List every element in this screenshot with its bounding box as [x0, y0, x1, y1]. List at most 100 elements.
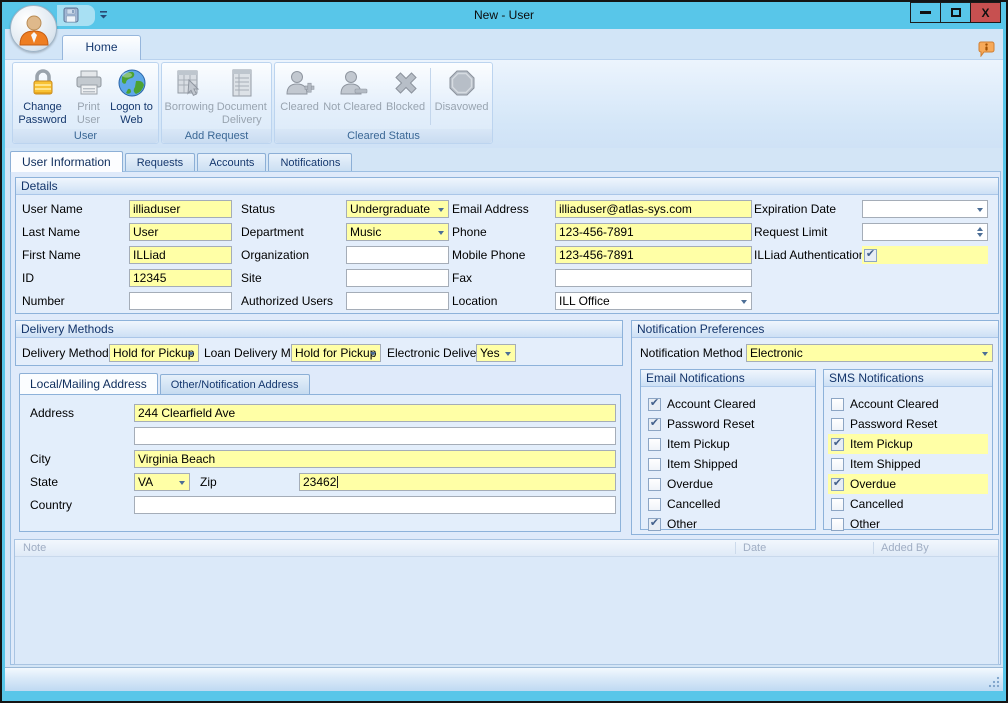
- maximize-button[interactable]: [940, 2, 971, 23]
- checkbox-row-account-cleared[interactable]: Account Cleared: [828, 394, 988, 414]
- checkbox[interactable]: [648, 458, 661, 471]
- checkbox[interactable]: [831, 518, 844, 531]
- checkbox[interactable]: [648, 398, 661, 411]
- user-add-icon: [284, 67, 316, 99]
- checkbox-row-item-pickup[interactable]: Item Pickup: [645, 434, 811, 454]
- checkbox-label: Account Cleared: [850, 397, 939, 411]
- tab-local-mailing-address[interactable]: Local/Mailing Address: [19, 373, 158, 394]
- checkbox[interactable]: [831, 478, 844, 491]
- minimize-icon: [920, 11, 931, 14]
- checkbox[interactable]: [831, 458, 844, 471]
- checkbox[interactable]: [648, 478, 661, 491]
- tab-user-information[interactable]: User Information: [10, 151, 123, 172]
- tab-notifications[interactable]: Notifications: [268, 153, 352, 172]
- checkbox-row-cancelled[interactable]: Cancelled: [828, 494, 988, 514]
- checkbox-label: Account Cleared: [667, 397, 756, 411]
- checkbox-row-account-cleared[interactable]: Account Cleared: [645, 394, 811, 414]
- illiad-authentication-checkbox[interactable]: [864, 249, 877, 262]
- tab-accounts[interactable]: Accounts: [197, 153, 266, 172]
- spin-up-icon[interactable]: [977, 227, 983, 231]
- checkbox[interactable]: [831, 398, 844, 411]
- number-input[interactable]: [129, 292, 232, 310]
- checkbox-row-overdue[interactable]: Overdue: [828, 474, 988, 494]
- application-menu-button[interactable]: [10, 5, 57, 52]
- last-name-input[interactable]: User: [129, 223, 232, 241]
- country-input[interactable]: [134, 496, 616, 514]
- expiration-date-combo[interactable]: [862, 200, 988, 218]
- column-separator[interactable]: [873, 542, 874, 554]
- address-line1-input[interactable]: 244 Clearfield Ave: [134, 404, 616, 422]
- blocked-button[interactable]: Blocked: [383, 64, 428, 129]
- checkbox[interactable]: [648, 518, 661, 531]
- column-header-added-by[interactable]: Added By: [881, 542, 929, 554]
- checkbox[interactable]: [648, 418, 661, 431]
- first-name-input[interactable]: ILLiad: [129, 246, 232, 264]
- ribbon-tab-home[interactable]: Home: [62, 35, 141, 60]
- notes-grid-body[interactable]: [15, 557, 998, 664]
- address-line2-input[interactable]: [134, 427, 616, 445]
- not-cleared-button[interactable]: Not Cleared: [322, 64, 383, 129]
- checkbox-row-item-pickup[interactable]: Item Pickup: [828, 434, 988, 454]
- city-input[interactable]: Virginia Beach: [134, 450, 616, 468]
- column-separator[interactable]: [735, 542, 736, 554]
- print-user-button[interactable]: Print User: [69, 64, 109, 129]
- electronic-delivery-combo[interactable]: Yes: [476, 344, 516, 362]
- checkbox-row-password-reset[interactable]: Password Reset: [645, 414, 811, 434]
- phone-input[interactable]: 123-456-7891: [555, 223, 752, 241]
- logon-to-web-button[interactable]: Logon to Web: [109, 64, 155, 129]
- delivery-method-combo[interactable]: Hold for Pickup: [109, 344, 199, 362]
- help-button[interactable]: [978, 41, 995, 57]
- user-name-input[interactable]: illiaduser: [129, 200, 232, 218]
- title-bar: New - User X: [2, 2, 1006, 29]
- close-button[interactable]: X: [970, 2, 1001, 23]
- qat-dropdown-button[interactable]: [99, 9, 108, 21]
- fax-input[interactable]: [555, 269, 752, 287]
- spin-down-icon[interactable]: [977, 233, 983, 237]
- resize-grip-icon[interactable]: [988, 676, 1000, 688]
- checkbox[interactable]: [648, 498, 661, 511]
- checkbox[interactable]: [831, 438, 844, 451]
- location-combo[interactable]: ILL Office: [555, 292, 752, 310]
- text-caret: [337, 476, 338, 488]
- column-header-note[interactable]: Note: [23, 542, 46, 554]
- mobile-phone-input[interactable]: 123-456-7891: [555, 246, 752, 264]
- ribbon-button-label: Disavowed: [435, 101, 489, 114]
- checkbox-row-other[interactable]: Other: [828, 514, 988, 534]
- checkbox-label: Item Pickup: [850, 437, 913, 451]
- checkbox-label: Password Reset: [850, 417, 937, 431]
- email-input[interactable]: illiaduser@atlas-sys.com: [555, 200, 752, 218]
- checkbox[interactable]: [831, 498, 844, 511]
- checkbox-row-item-shipped[interactable]: Item Shipped: [828, 454, 988, 474]
- checkbox-row-cancelled[interactable]: Cancelled: [645, 494, 811, 514]
- disavowed-button[interactable]: Disavowed: [433, 64, 490, 129]
- checkbox-row-item-shipped[interactable]: Item Shipped: [645, 454, 811, 474]
- minimize-button[interactable]: [910, 2, 941, 23]
- save-button[interactable]: [63, 7, 79, 23]
- state-combo[interactable]: VA: [134, 473, 190, 491]
- request-limit-spinner[interactable]: [862, 223, 988, 241]
- checkbox-row-overdue[interactable]: Overdue: [645, 474, 811, 494]
- zip-input[interactable]: 23462: [299, 473, 616, 491]
- cleared-button[interactable]: Cleared: [277, 64, 322, 129]
- tab-other-notification-address[interactable]: Other/Notification Address: [160, 374, 310, 394]
- status-combo[interactable]: Undergraduate: [346, 200, 449, 218]
- department-combo[interactable]: Music: [346, 223, 449, 241]
- site-input[interactable]: [346, 269, 449, 287]
- checkbox[interactable]: [831, 418, 844, 431]
- authorized-users-input[interactable]: [346, 292, 449, 310]
- checkbox[interactable]: [648, 438, 661, 451]
- tab-requests[interactable]: Requests: [125, 153, 195, 172]
- notification-method-combo[interactable]: Electronic: [746, 344, 993, 362]
- organization-input[interactable]: [346, 246, 449, 264]
- checkbox-row-password-reset[interactable]: Password Reset: [828, 414, 988, 434]
- window-title: New - User: [2, 8, 1006, 22]
- checkbox-row-other[interactable]: Other: [645, 514, 811, 534]
- loan-delivery-method-combo[interactable]: Hold for Pickup: [291, 344, 381, 362]
- change-password-button[interactable]: Change Password: [17, 64, 69, 129]
- octagon-icon: [446, 67, 478, 99]
- document-delivery-button[interactable]: Document Delivery: [215, 64, 269, 129]
- column-header-date[interactable]: Date: [743, 542, 766, 554]
- id-input[interactable]: 12345: [129, 269, 232, 287]
- borrowing-button[interactable]: Borrowing: [164, 64, 215, 129]
- ribbon-button-label: Print User: [69, 101, 109, 126]
